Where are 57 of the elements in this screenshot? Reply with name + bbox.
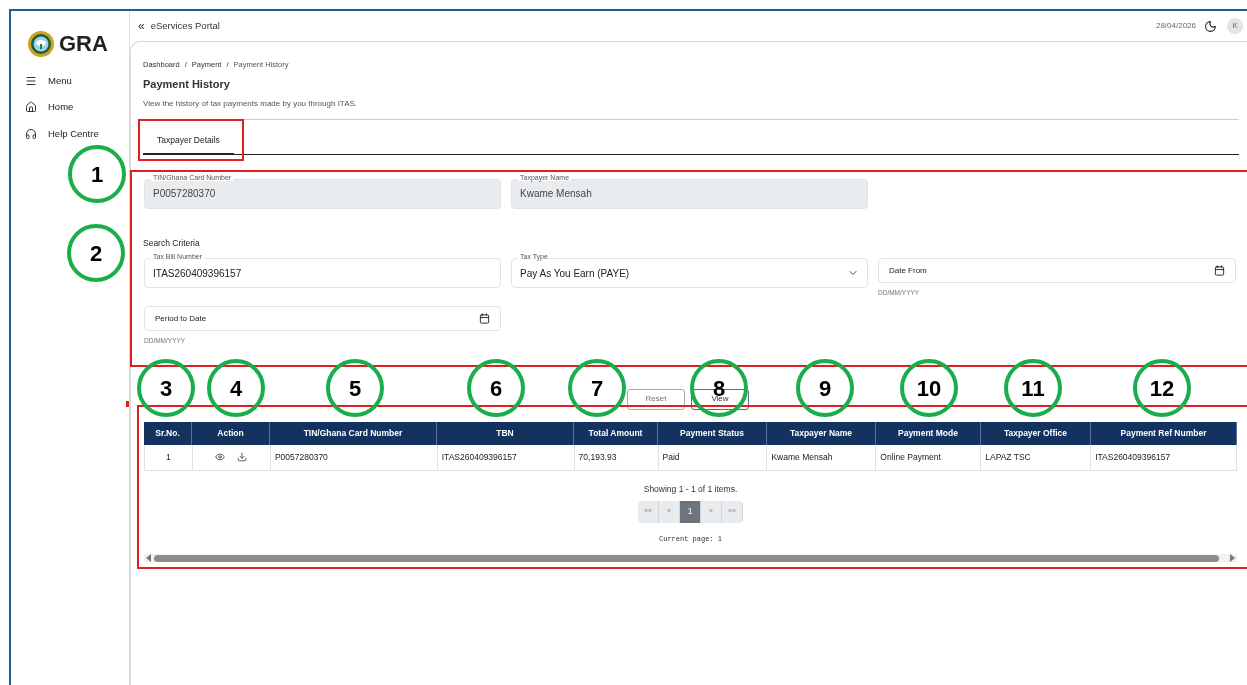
results-summary: Showing 1 - 1 of 1 items. [643,482,738,496]
column-header: Taxpayer Name [767,421,876,445]
column-header: Payment Mode [876,421,981,445]
table-cell: Online Payment [880,450,941,464]
calendar-icon [1214,265,1225,277]
callout-number: 3 [137,359,195,417]
callout-number: 5 [326,359,384,417]
table-cell: LAPAZ TSC [985,450,1031,464]
column-header: Payment Ref Number [1091,421,1237,445]
table-cell: ITAS260409396157 [1095,450,1171,464]
column-header: Taxpayer Office [981,421,1091,445]
reset-button[interactable]: Reset [627,388,685,410]
page-description: View the history of tax payments made by you through ITAS. [143,97,359,110]
column-header: TIN/Ghana Card Number [270,421,437,445]
view-icon[interactable] [215,452,226,463]
date-field[interactable]: Date From [878,258,1236,284]
column-header: Total Amount [574,421,658,445]
pagination-button[interactable]: 1 [680,500,701,523]
page-title: Payment History [143,77,231,93]
emblem-icon [27,29,55,58]
logo-text: GRA [59,30,108,58]
house-icon [25,101,37,114]
column-header: Action [192,421,270,445]
table-cell: ITAS260409396157 [441,450,517,464]
callout-number: 11 [1004,359,1062,417]
sidebar-item[interactable]: Home [25,100,129,115]
date-field[interactable]: Period to Date [144,306,501,331]
menu-icon [25,75,37,88]
sidebar-item[interactable]: Menu [25,74,129,89]
table-cell: P0057280370 [274,450,328,464]
callout-number: 10 [900,359,958,417]
download-icon[interactable] [237,452,248,463]
column-header: Payment Status [658,421,767,445]
callout-number: 1 [68,145,126,203]
collapse-button[interactable]: « [138,20,145,32]
tab[interactable]: Taxpayer Details [143,133,234,155]
portal-title: eServices Portal [150,18,220,33]
callout-number: 7 [568,359,626,417]
sidebar-item[interactable]: Help Centre [25,126,129,141]
moon-icon[interactable] [1204,19,1217,33]
callout-number: 9 [796,359,854,417]
callout-number: 2 [67,224,125,282]
column-header: TBN [437,421,574,445]
callout-number: 4 [207,359,265,417]
column-header: Sr.No. [144,421,192,445]
table-cell: Paid [662,450,680,464]
date-text: 28/04/2026 [1155,20,1196,32]
section-title: Search Criteria [143,236,201,250]
callout-number: 6 [467,359,525,417]
table-cell: Kwame Mensah [771,450,833,464]
callout-number: 12 [1133,359,1191,417]
horizontal-scrollbar[interactable] [144,554,1237,562]
table-cell: 70,193.93 [578,450,617,464]
table-cell: 1 [166,450,171,464]
highlight-tick [126,401,129,407]
headset-icon [25,127,37,140]
calendar-icon [479,313,490,324]
